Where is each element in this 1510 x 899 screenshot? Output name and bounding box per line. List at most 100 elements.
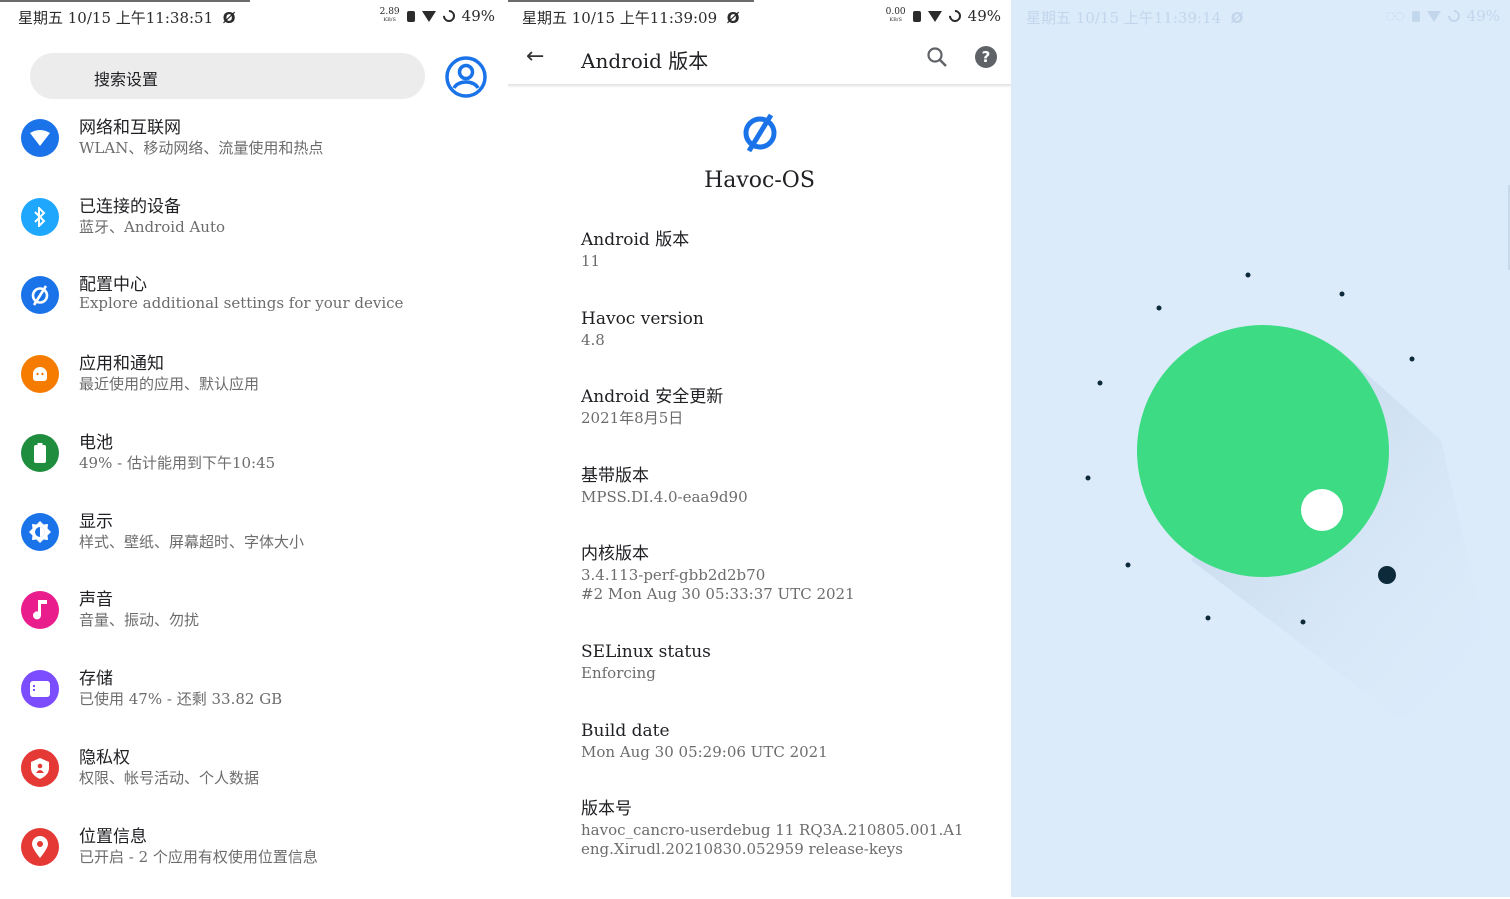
settings-item-subtitle: 已使用 47% - 还剩 33.82 GB — [79, 690, 283, 708]
battery-saver-icon — [440, 7, 458, 25]
privacy-shield-icon — [21, 749, 59, 787]
dial-tick-dot — [1300, 619, 1306, 625]
wifi-icon — [421, 10, 436, 22]
battery-percent: 49% — [461, 7, 495, 25]
about-item[interactable]: Android 安全更新 2021年8月5日 — [581, 386, 1001, 428]
about-item-value: 2021年8月5日 — [581, 409, 684, 427]
dial-tick-dot — [1156, 305, 1162, 311]
dial-tick-dot — [1085, 475, 1091, 481]
search-icon[interactable] — [926, 46, 948, 68]
dial-tick-dot — [1339, 291, 1345, 297]
settings-item-brightness[interactable]: 显示 样式、壁纸、屏幕超时、字体大小 — [0, 505, 505, 565]
settings-item-subtitle: 49% - 估计能用到下午10:45 — [79, 454, 276, 472]
settings-item-subtitle: 音量、振动、勿扰 — [79, 611, 200, 629]
settings-item-wifi[interactable]: 网络和互联网 WLAN、移动网络、流量使用和热点 — [0, 111, 505, 171]
page-title: Android 版本 — [581, 49, 709, 73]
settings-item-location-pin[interactable]: 位置信息 已开启 - 2 个应用有权使用位置信息 — [0, 820, 505, 880]
settings-item-title: 电池 — [79, 433, 113, 453]
dial-marker-dot — [1378, 566, 1396, 584]
status-bar: 星期五 10/15 上午11:38:51 Ø 2.89 KB/S 49% — [0, 0, 505, 34]
dial-tick-dot — [1125, 562, 1131, 568]
havoc-status-icon: Ø — [726, 9, 740, 27]
android11-easter-egg[interactable] — [1011, 0, 1510, 899]
status-datetime: 星期五 10/15 上午11:39:09 Ø — [522, 9, 740, 27]
about-item[interactable]: 内核版本 3.4.113-perf-gbb2d2b70 #2 Mon Aug 30 … — [581, 543, 1001, 604]
settings-item-title: 位置信息 — [79, 827, 147, 847]
settings-item-havoc[interactable]: 配置中心 Explore additional settings for your… — [0, 268, 505, 328]
about-item-label: 版本号 — [581, 799, 632, 819]
settings-item-subtitle: 已开启 - 2 个应用有权使用位置信息 — [79, 848, 318, 866]
settings-item-title: 存储 — [79, 669, 113, 689]
android-version-panel: 星期五 10/15 上午11:39:09 Ø 0.00 KB/S 49% ← An… — [508, 0, 1011, 899]
about-item-label: 内核版本 — [581, 544, 649, 564]
search-settings-label: 搜索设置 — [94, 70, 159, 89]
wifi-icon — [927, 10, 942, 22]
net-speed: 2.89 KB/S — [379, 7, 400, 24]
havoc-icon — [21, 276, 59, 314]
about-item[interactable]: SELinux status Enforcing — [581, 641, 1001, 683]
brightness-icon — [21, 513, 59, 551]
settings-item-storage[interactable]: 存储 已使用 47% - 还剩 33.82 GB — [0, 662, 505, 722]
about-item-label: 基带版本 — [581, 466, 649, 486]
dial-tick-dot — [1205, 615, 1211, 621]
vibrate-icon — [406, 10, 415, 22]
settings-item-subtitle: 蓝牙、Android Auto — [79, 218, 226, 236]
about-item-value-line2: eng.Xirudl.20210830.052959 release-keys — [581, 840, 903, 858]
about-item-label: Build date — [581, 721, 670, 741]
status-bar: 星期五 10/15 上午11:39:09 Ø 0.00 KB/S 49% — [508, 0, 1011, 34]
settings-item-title: 应用和通知 — [79, 354, 164, 374]
settings-item-subtitle: 权限、帐号活动、个人数据 — [79, 769, 260, 787]
settings-item-title: 配置中心 — [79, 275, 147, 295]
dial-tick-dot — [1097, 380, 1103, 386]
bluetooth-icon — [21, 198, 59, 236]
about-item-label: Android 版本 — [581, 230, 690, 250]
about-item[interactable]: 基带版本 MPSS.DI.4.0-eaa9d90 — [581, 465, 1001, 507]
havoc-status-icon: Ø — [222, 9, 236, 27]
about-item-value: 4.8 — [581, 331, 605, 349]
vibrate-icon — [912, 10, 921, 22]
net-speed: 0.00 KB/S — [885, 7, 906, 24]
battery-icon — [21, 434, 59, 472]
about-item-label: Android 安全更新 — [581, 387, 724, 407]
settings-item-battery[interactable]: 电池 49% - 估计能用到下午10:45 — [0, 426, 505, 486]
about-item[interactable]: 版本号 havoc_cancro-userdebug 11 RQ3A.210805… — [581, 798, 1001, 859]
about-item-value: MPSS.DI.4.0-eaa9d90 — [581, 488, 748, 506]
settings-item-android[interactable]: 应用和通知 最近使用的应用、默认应用 — [0, 347, 505, 407]
settings-item-subtitle: 最近使用的应用、默认应用 — [79, 375, 260, 393]
help-icon[interactable]: ? — [975, 46, 997, 68]
dial-tick-dot — [1245, 272, 1251, 278]
account-avatar-icon[interactable] — [444, 55, 488, 99]
android-icon — [21, 355, 59, 393]
battery-percent: 49% — [967, 7, 1001, 25]
about-item[interactable]: Build date Mon Aug 30 05:29:06 UTC 2021 — [581, 720, 1001, 762]
search-settings-bar[interactable]: 搜索设置 — [30, 53, 425, 99]
settings-item-subtitle: 样式、壁纸、屏幕超时、字体大小 — [79, 533, 305, 551]
battery-saver-icon — [946, 7, 964, 25]
location-pin-icon — [21, 828, 59, 866]
wifi-icon — [21, 119, 59, 157]
settings-item-privacy-shield[interactable]: 隐私权 权限、帐号活动、个人数据 — [0, 741, 505, 801]
about-item[interactable]: Havoc version 4.8 — [581, 308, 1001, 350]
settings-item-music-note[interactable]: 声音 音量、振动、勿扰 — [0, 583, 505, 643]
about-item-label: SELinux status — [581, 642, 711, 662]
about-item-value-line2: #2 Mon Aug 30 05:33:37 UTC 2021 — [581, 585, 855, 603]
about-item-value: havoc_cancro-userdebug 11 RQ3A.210805.00… — [581, 821, 964, 839]
music-note-icon — [21, 591, 59, 629]
easter-egg-panel: 星期五 10/15 上午11:39:14 Ø ◌◌ 49% — [1011, 0, 1510, 899]
havoc-logo-icon — [743, 113, 777, 153]
os-name: Havoc-OS — [704, 168, 815, 193]
settings-item-title: 声音 — [79, 590, 113, 610]
settings-item-title: 隐私权 — [79, 748, 130, 768]
settings-item-title: 已连接的设备 — [79, 197, 181, 217]
about-item-value: Enforcing — [581, 664, 656, 682]
settings-item-subtitle: WLAN、移动网络、流量使用和热点 — [79, 139, 324, 157]
settings-item-bluetooth[interactable]: 已连接的设备 蓝牙、Android Auto — [0, 190, 505, 250]
about-item-label: Havoc version — [581, 309, 704, 329]
about-item-value: Mon Aug 30 05:29:06 UTC 2021 — [581, 743, 828, 761]
storage-icon — [21, 670, 59, 708]
dial-tick-dot — [1409, 356, 1415, 362]
about-item-value: 3.4.113-perf-gbb2d2b70 — [581, 566, 766, 584]
back-arrow-icon[interactable]: ← — [526, 44, 548, 70]
about-item[interactable]: Android 版本 11 — [581, 229, 1001, 271]
settings-item-title: 网络和互联网 — [79, 118, 181, 138]
